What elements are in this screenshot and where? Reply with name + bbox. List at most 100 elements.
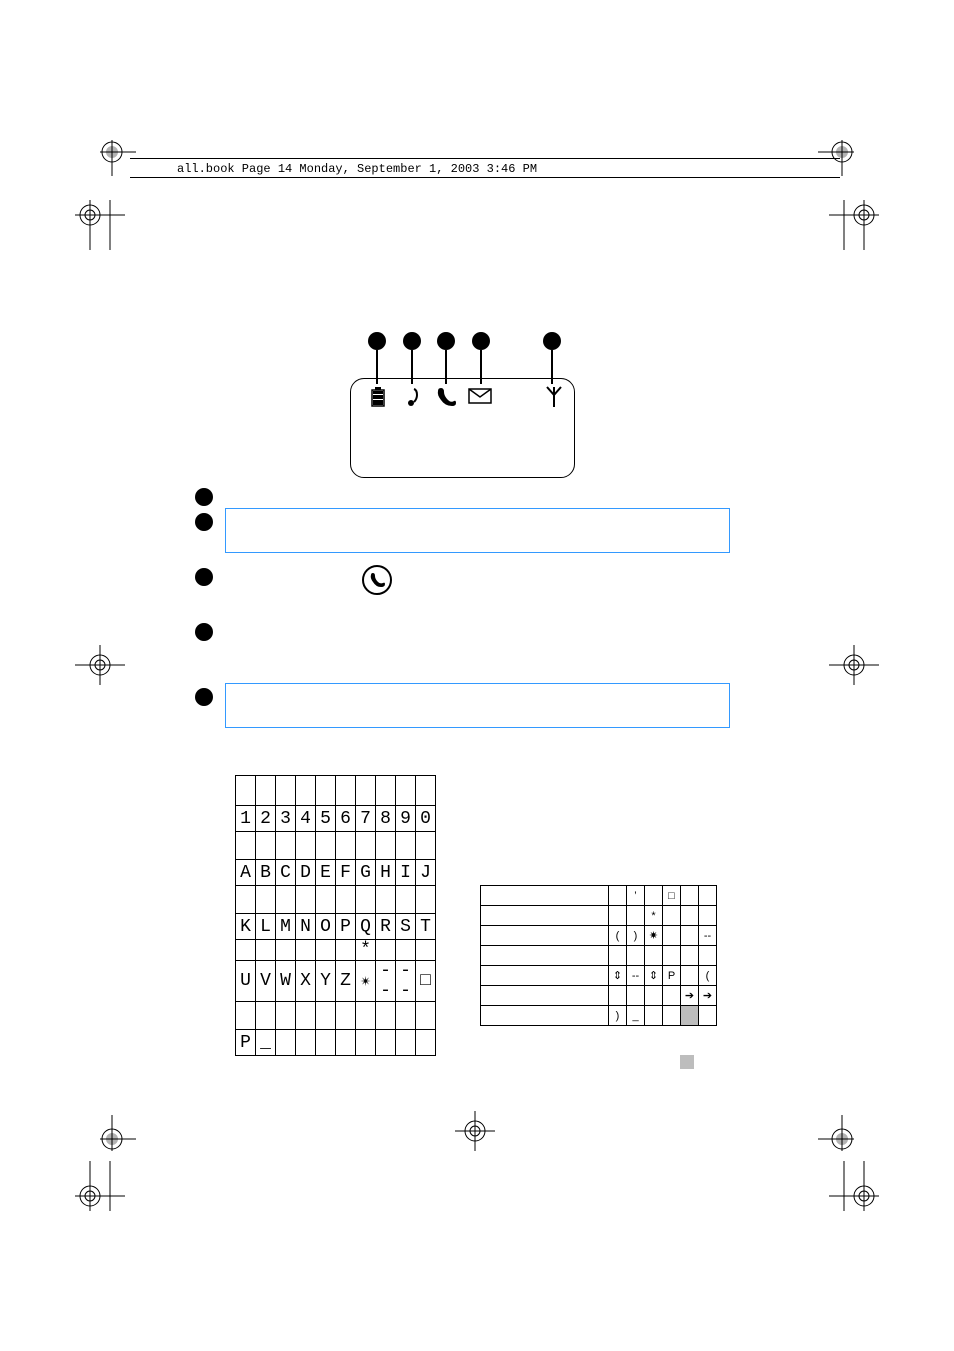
sym-label <box>481 1006 609 1026</box>
sym-cell: _ <box>627 1006 645 1026</box>
char-cell <box>376 940 396 961</box>
sym-cell: ( <box>699 966 717 986</box>
char-cell: D <box>296 860 316 886</box>
sym-cell: ⇕ <box>645 966 663 986</box>
char-cell: Q <box>356 914 376 940</box>
char-cell: 5 <box>316 806 336 832</box>
char-cell <box>416 940 436 961</box>
crop-mark-bottom-center <box>455 1111 495 1151</box>
sym-cell <box>699 886 717 906</box>
list-bullet-5 <box>195 688 213 706</box>
char-cell: P <box>236 1030 256 1056</box>
list-bullet-1 <box>195 488 213 506</box>
char-cell: □ <box>416 961 436 1002</box>
sym-cell <box>699 906 717 926</box>
char-cell: Z <box>336 961 356 1002</box>
sym-cell: ✷ <box>645 926 663 946</box>
sym-cell: ) <box>627 926 645 946</box>
char-cell: J <box>416 860 436 886</box>
highlight-box-2 <box>225 683 730 728</box>
list-bullet-3 <box>195 568 213 586</box>
crop-mark-bottom-left-2 <box>75 1161 125 1211</box>
char-cell <box>336 1030 356 1056</box>
symbol-table: ’ □ * ( ) ✷ -- ⇕ -- ⇕ P ( <box>480 885 717 1026</box>
sym-cell <box>681 906 699 926</box>
char-cell: O <box>316 914 336 940</box>
sym-label <box>481 906 609 926</box>
sym-cell <box>663 946 681 966</box>
callout-bullet-5 <box>543 332 561 350</box>
char-cell: N <box>296 914 316 940</box>
char-cell: I <box>396 860 416 886</box>
char-cell <box>356 1030 376 1056</box>
crop-mark-top-left-2 <box>75 200 125 250</box>
crop-mark-right <box>829 645 879 685</box>
crop-mark-bottom-right <box>818 1115 854 1151</box>
sym-cell <box>627 906 645 926</box>
char-cell: A <box>236 860 256 886</box>
sym-cell: -- <box>627 966 645 986</box>
sym-cell: ➔ <box>681 986 699 1006</box>
sym-cell <box>681 926 699 946</box>
char-cell: V <box>256 961 276 1002</box>
char-cell: C <box>276 860 296 886</box>
callout-bullet-2 <box>403 332 421 350</box>
char-cell: 3 <box>276 806 296 832</box>
antenna-icon <box>537 385 571 409</box>
lcd-icon-row <box>361 385 571 409</box>
char-cell: -- <box>376 961 396 1002</box>
char-cell <box>316 940 336 961</box>
lcd-display-box <box>350 378 575 478</box>
sym-cell <box>645 1006 663 1026</box>
char-cell <box>376 1030 396 1056</box>
sym-cell <box>609 886 627 906</box>
sym-cell <box>699 1006 717 1026</box>
char-cell: * <box>356 940 376 961</box>
sym-cell <box>609 946 627 966</box>
char-cell: B <box>256 860 276 886</box>
char-cell: 6 <box>336 806 356 832</box>
char-cell: 7 <box>356 806 376 832</box>
char-cell <box>276 1030 296 1056</box>
sym-cell-gray <box>681 1006 699 1026</box>
callout-bullet-1 <box>368 332 386 350</box>
callout-bullet-3 <box>437 332 455 350</box>
char-cell: 4 <box>296 806 316 832</box>
talk-key-icon <box>362 565 392 595</box>
sym-cell: ’ <box>627 886 645 906</box>
char-cell: T <box>416 914 436 940</box>
char-cell <box>256 940 276 961</box>
char-cell: 8 <box>376 806 396 832</box>
char-cell: ✴ <box>356 961 376 1002</box>
char-cell <box>416 1030 436 1056</box>
char-cell: K <box>236 914 256 940</box>
sym-label <box>481 926 609 946</box>
char-cell: E <box>316 860 336 886</box>
character-table: 1 2 3 4 5 6 7 8 9 0 A B C D E F G H I J … <box>235 775 436 1056</box>
char-cell: 2 <box>256 806 276 832</box>
char-cell: 0 <box>416 806 436 832</box>
sym-cell <box>699 946 717 966</box>
char-cell <box>396 940 416 961</box>
sym-cell: P <box>663 966 681 986</box>
highlight-box-1 <box>225 508 730 553</box>
char-cell: 9 <box>396 806 416 832</box>
handset-icon <box>429 385 463 409</box>
sym-cell: -- <box>699 926 717 946</box>
callout-bullet-4 <box>472 332 490 350</box>
sym-label <box>481 886 609 906</box>
sym-cell <box>681 966 699 986</box>
sym-cell: ( <box>609 926 627 946</box>
sym-cell <box>681 886 699 906</box>
char-cell <box>396 1030 416 1056</box>
sym-cell <box>663 986 681 1006</box>
char-cell: F <box>336 860 356 886</box>
sym-cell <box>681 946 699 966</box>
char-cell <box>296 940 316 961</box>
char-cell: X <box>296 961 316 1002</box>
char-cell <box>336 940 356 961</box>
char-cell: Y <box>316 961 336 1002</box>
char-cell: -- <box>396 961 416 1002</box>
sym-label <box>481 946 609 966</box>
crop-mark-top-left <box>100 140 136 176</box>
